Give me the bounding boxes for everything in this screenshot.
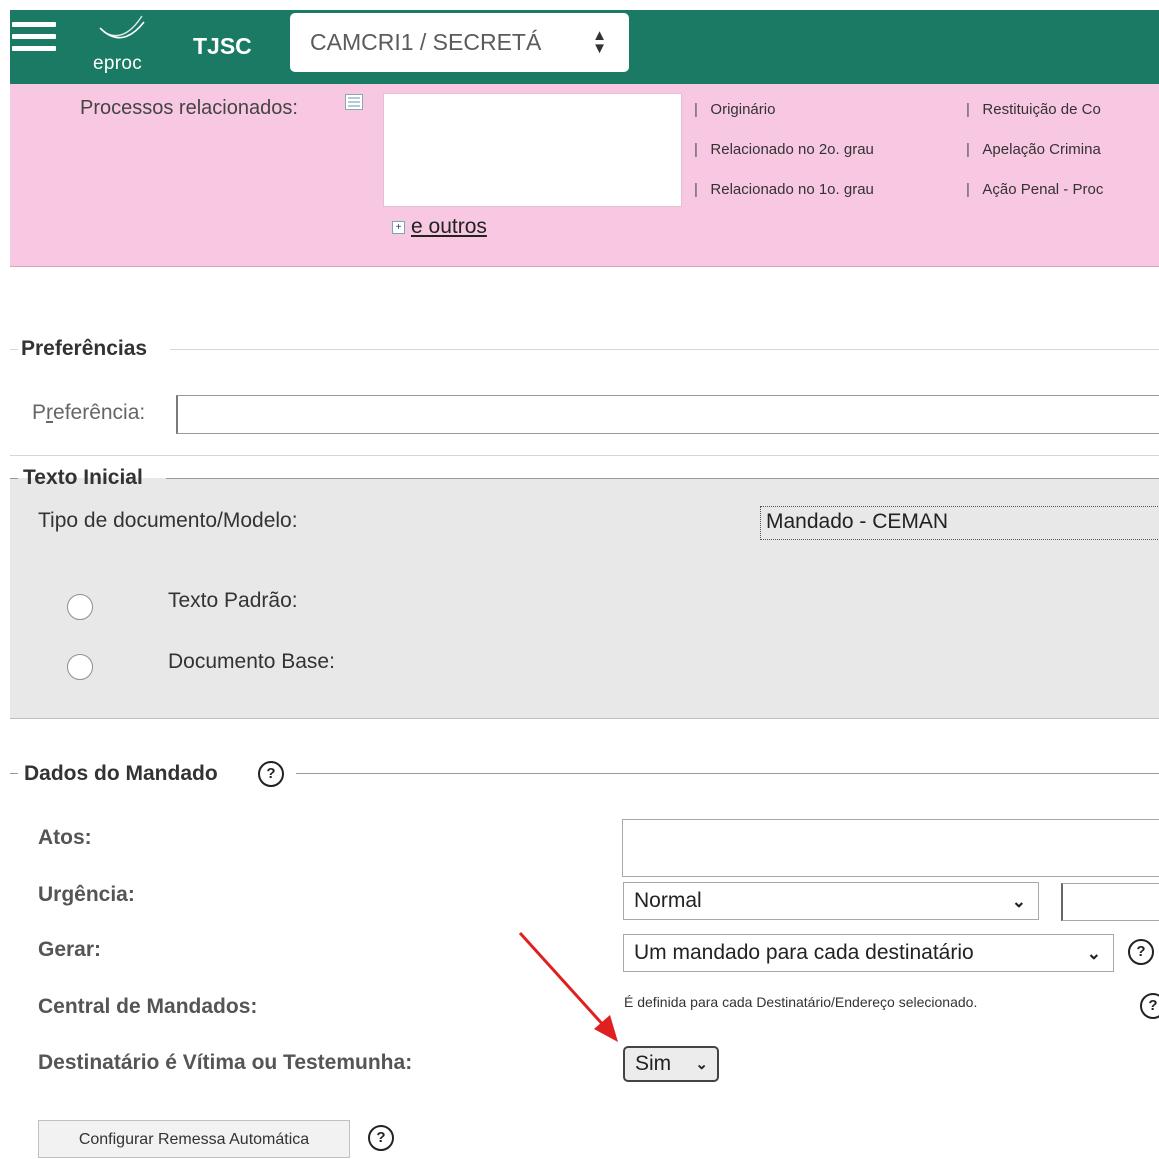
preferencia-label: Preferência: [32, 401, 146, 424]
fieldset-border [10, 773, 18, 774]
related-row: | Relacionado no 1o. grau [694, 181, 874, 198]
updown-arrows-icon: ▲ ▼ [592, 27, 607, 57]
logo-text: eproc [93, 53, 143, 74]
gerar-select[interactable]: Um mandado para cada destinatário ⌄ [623, 934, 1114, 972]
hamburger-icon[interactable] [12, 22, 56, 52]
fieldset-border [166, 478, 1159, 479]
fieldset-border [10, 349, 18, 350]
tipo-documento-select[interactable]: Mandado - CEMAN [760, 506, 1159, 540]
chevron-down-icon: ⌄ [1086, 944, 1101, 963]
central-mandados-value: É definida para cada Destinatário/Endere… [624, 994, 978, 1010]
related-row: | Originário [694, 101, 776, 118]
help-icon[interactable]: ? [258, 761, 284, 787]
related-row-type: | Ação Penal - Proc [966, 181, 1104, 198]
central-mandados-label: Central de Mandados: [38, 995, 258, 1018]
dados-mandado-legend: Dados do Mandado [24, 762, 218, 785]
documento-base-label: Documento Base: [168, 650, 335, 673]
red-arrow-annotation [518, 931, 618, 1042]
list-icon[interactable] [345, 94, 363, 110]
fieldset-border [170, 349, 1159, 350]
help-icon[interactable]: ? [368, 1125, 394, 1151]
urgencia-label: Urgência: [38, 883, 135, 906]
texto-inicial-legend: Texto Inicial [23, 466, 143, 489]
preferencia-input[interactable] [176, 395, 1159, 434]
others-link[interactable]: + e outros [392, 215, 487, 239]
fieldset-border [10, 478, 18, 479]
related-processes-box [383, 93, 682, 207]
urgencia-extra-field[interactable] [1061, 883, 1159, 921]
atos-input[interactable] [622, 819, 1159, 877]
expand-plus-icon: + [392, 220, 405, 234]
swoosh-logo-icon [99, 15, 145, 39]
org-unit-select[interactable]: CAMCRI1 / SECRETÁ ▲ ▼ [290, 13, 629, 72]
texto-padrao-radio[interactable] [67, 594, 93, 620]
related-processes-label: Processos relacionados: [80, 97, 298, 119]
chevron-down-icon: ⌄ [695, 1056, 708, 1073]
related-row-type: | Restituição de Co [966, 101, 1101, 118]
org-unit-value: CAMCRI1 / SECRETÁ [310, 29, 542, 55]
gerar-label: Gerar: [38, 938, 102, 961]
tipo-documento-label: Tipo de documento/Modelo: [38, 509, 298, 532]
preferencias-legend: Preferências [21, 337, 148, 360]
court-name: TJSC [193, 33, 252, 59]
texto-padrao-label: Texto Padrão: [168, 589, 298, 612]
related-row: | Relacionado no 2o. grau [694, 141, 874, 158]
related-row-type: | Apelação Crimina [966, 141, 1101, 158]
atos-label: Atos: [38, 826, 92, 849]
help-icon[interactable]: ? [1128, 939, 1154, 965]
urgencia-select[interactable]: Normal ⌄ [623, 882, 1039, 920]
documento-base-radio[interactable] [67, 654, 93, 680]
configurar-remessa-button[interactable]: Configurar Remessa Automática [38, 1120, 350, 1158]
destinatario-vitima-label: Destinatário é Vítima ou Testemunha: [38, 1051, 413, 1074]
fieldset-border [10, 455, 1159, 456]
destinatario-vitima-select[interactable]: Sim ⌄ [623, 1046, 719, 1082]
chevron-down-icon: ⌄ [1011, 892, 1026, 911]
fieldset-border [296, 773, 1159, 774]
help-icon[interactable]: ? [1140, 993, 1159, 1019]
